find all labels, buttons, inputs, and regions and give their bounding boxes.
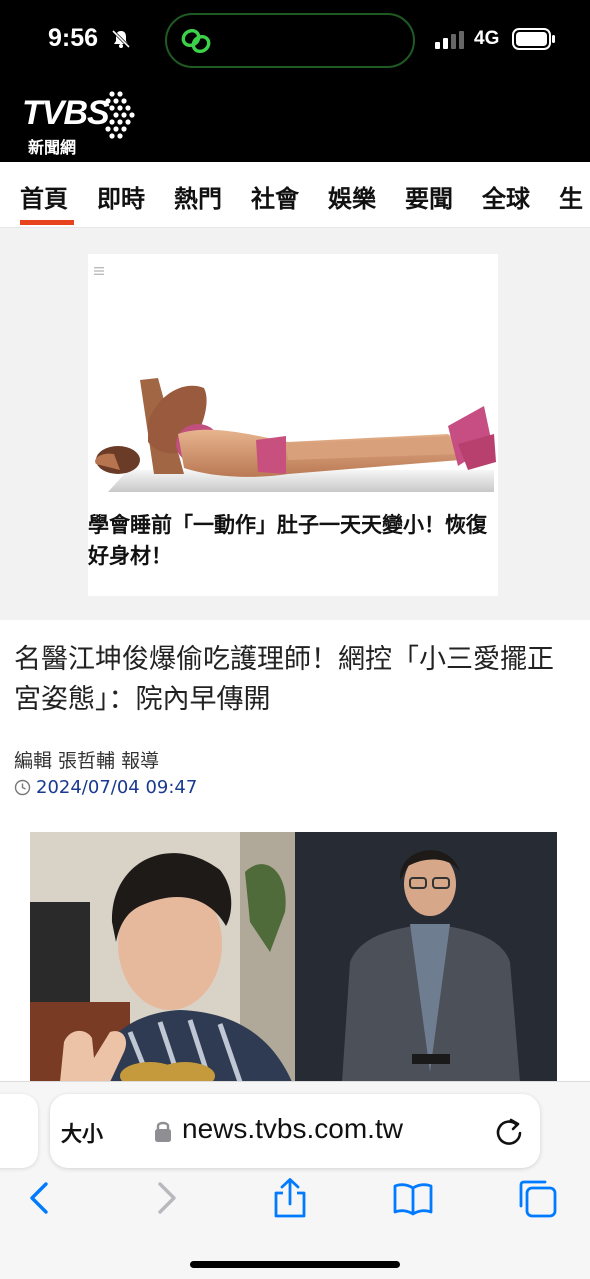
article-byline: 編輯 張哲輔 報導 [14, 750, 160, 772]
article-datetime: 2024/07/04 09:47 [36, 777, 198, 798]
previous-tab-preview[interactable] [0, 1094, 38, 1168]
status-bar: 9:56 4G [0, 0, 590, 80]
tvbs-logo[interactable]: TVBS 新聞網 [22, 88, 142, 157]
text-size-button[interactable]: 大小 [61, 1118, 103, 1148]
address-bar[interactable]: 大小 news.tvbs.com.tw [50, 1094, 540, 1168]
signal-icon [435, 31, 464, 49]
clock-icon [14, 779, 31, 796]
tab-popular[interactable]: 熱門 [174, 179, 222, 214]
battery-icon [512, 28, 555, 50]
lock-icon [155, 1121, 171, 1142]
tab-global[interactable]: 全球 [482, 179, 530, 214]
logo-dot-pattern-icon [105, 91, 135, 139]
tab-society[interactable]: 社會 [251, 179, 299, 214]
tab-home[interactable]: 首頁 [20, 179, 68, 214]
bookmarks-icon[interactable] [393, 1178, 433, 1218]
network-label: 4G [474, 28, 500, 49]
tab-life[interactable]: 生 [559, 179, 583, 214]
category-nav: 首頁 即時 熱門 社會 娛樂 要聞 全球 生 [0, 162, 590, 228]
tab-active-indicator [20, 220, 74, 225]
tab-realtime[interactable]: 即時 [97, 179, 145, 214]
site-header: TVBS 新聞網 [0, 80, 590, 162]
article-photo[interactable] [30, 832, 557, 1082]
forward-icon[interactable] [146, 1178, 186, 1218]
back-icon[interactable] [20, 1178, 60, 1218]
dynamic-island[interactable] [165, 13, 415, 68]
home-indicator [190, 1261, 400, 1268]
article-date-row: 2024/07/04 09:47 [14, 777, 197, 798]
ad-image [88, 284, 498, 494]
ad-title[interactable]: 學會睡前「一動作」肚子一天天變小！恢復好身材！ [88, 510, 488, 572]
silent-bell-icon [111, 29, 131, 49]
tab-entertainment[interactable]: 娛樂 [328, 179, 376, 214]
tabs-icon[interactable] [517, 1178, 557, 1218]
share-icon[interactable] [270, 1178, 310, 1218]
link-chain-icon [181, 28, 211, 54]
url-text[interactable]: news.tvbs.com.tw [182, 1113, 403, 1145]
tab-headlines[interactable]: 要聞 [405, 179, 453, 214]
article-title: 名醫江坤俊爆偷吃護理師！網控「小三愛擺正宮姿態」：院內早傳開 [14, 644, 554, 715]
reload-icon[interactable] [493, 1115, 525, 1147]
status-time: 9:56 [48, 24, 99, 52]
ad-menu-icon[interactable] [94, 266, 104, 276]
ad-card[interactable]: 學會睡前「一動作」肚子一天天變小！恢復好身材！ [88, 254, 498, 596]
logo-sub: 新聞網 [28, 138, 77, 157]
ad-area: 學會睡前「一動作」肚子一天天變小！恢復好身材！ [0, 228, 590, 620]
